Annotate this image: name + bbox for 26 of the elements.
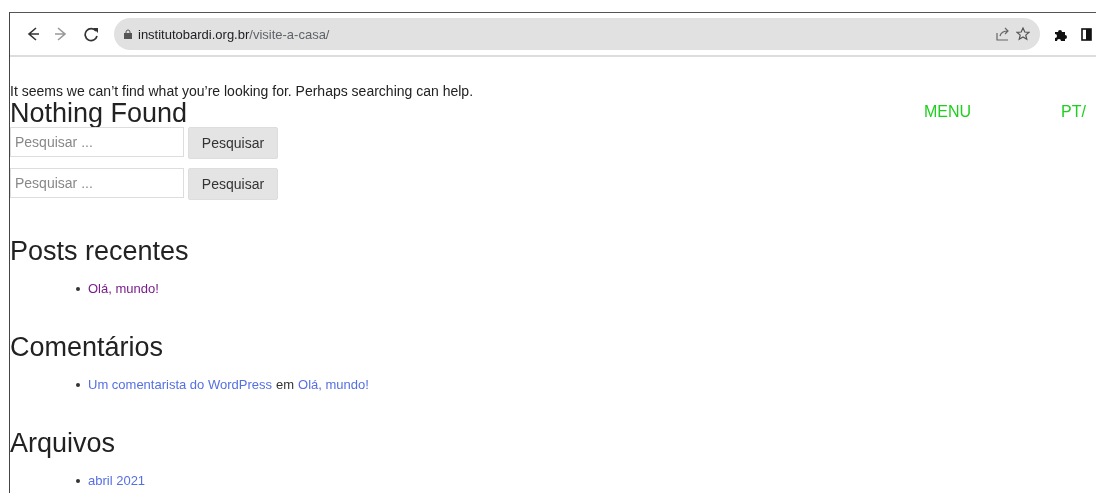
extensions-icon[interactable]	[1054, 27, 1067, 41]
widget-title: Arquivos	[10, 428, 116, 459]
reload-icon[interactable]	[83, 26, 99, 42]
bullet-icon	[76, 382, 80, 387]
address-bar[interactable]: institutobardi.org.br/visite-a-casa/	[114, 18, 1040, 50]
search-field[interactable]: Pesquisar ...	[10, 168, 184, 198]
bullet-icon	[76, 286, 80, 291]
bullet-icon	[76, 478, 80, 483]
link[interactable]: Olá, mundo!	[298, 377, 369, 392]
star-icon[interactable]	[1016, 27, 1030, 41]
list-text: em	[276, 377, 295, 392]
page-title: Nothing Found	[10, 99, 188, 127]
forward-icon[interactable]	[55, 25, 67, 43]
link[interactable]: abril 2021	[88, 473, 146, 488]
share-icon[interactable]	[996, 27, 1010, 41]
url-text: institutobardi.org.br/visite-a-casa/	[138, 26, 330, 42]
link[interactable]: Olá, mundo!	[88, 281, 159, 296]
search-button[interactable]: Pesquisar	[188, 127, 278, 159]
search-button[interactable]: Pesquisar	[188, 168, 278, 200]
widget-title: Comentários	[10, 332, 164, 363]
lock-icon	[124, 29, 132, 39]
search-field[interactable]: Pesquisar ...	[10, 127, 184, 157]
widget-title: Posts recentes	[10, 236, 189, 267]
message-text: It seems we can’t find what you’re looking for. Perhaps searching can help.	[10, 83, 475, 99]
side-panel-icon[interactable]	[1081, 27, 1092, 41]
link[interactable]: Um comentarista do WordPress	[88, 377, 272, 392]
